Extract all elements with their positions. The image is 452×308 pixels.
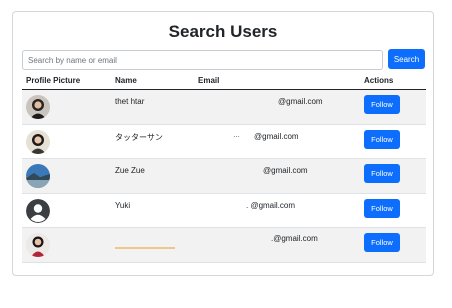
landscape-photo-avatar-icon xyxy=(26,164,50,188)
table-row: タッターサン … @gmail.com Follow xyxy=(22,125,426,159)
woman-photo-avatar-icon xyxy=(26,129,50,154)
follow-button[interactable]: Follow xyxy=(364,95,400,114)
search-button[interactable]: Search xyxy=(388,49,425,69)
header-actions: Actions xyxy=(364,76,394,85)
search-input[interactable] xyxy=(22,50,383,70)
user-name: Yuki xyxy=(115,200,131,210)
user-email: @gmail.com xyxy=(254,131,299,141)
user-name: thet htar xyxy=(115,97,145,106)
avatar xyxy=(26,164,50,188)
table-row: Zue Zue @gmail.com Follow xyxy=(22,159,426,194)
users-table: Profile Picture Name Email Actions thet … xyxy=(22,73,426,263)
user-email: @gmail.com xyxy=(278,97,323,106)
avatar xyxy=(26,95,50,119)
user-email: @gmail.com xyxy=(263,166,308,175)
table-row: thet htar @gmail.com Follow xyxy=(22,90,426,125)
search-users-card: Search Users Search Profile Picture Name… xyxy=(12,11,434,276)
header-name: Name xyxy=(115,76,137,85)
user-name: Zue Zue xyxy=(115,166,145,175)
follow-button[interactable]: Follow xyxy=(364,198,400,218)
woman-photo-avatar-icon xyxy=(26,233,50,257)
table-row: Yuki . @gmail.com Follow xyxy=(22,194,426,228)
user-name: タッターサン xyxy=(115,132,163,142)
default-person-avatar-icon xyxy=(26,198,50,223)
avatar xyxy=(26,198,50,223)
table-header: Profile Picture Name Email Actions xyxy=(22,73,426,90)
follow-button[interactable]: Follow xyxy=(364,233,400,252)
email-prefix-fragment: … xyxy=(233,131,240,139)
follow-button[interactable]: Follow xyxy=(364,164,400,183)
user-email: . @gmail.com xyxy=(246,200,296,210)
follow-button[interactable]: Follow xyxy=(364,129,400,149)
redaction-mark xyxy=(115,247,175,249)
user-email: .@gmail.com xyxy=(271,234,318,243)
avatar xyxy=(26,129,50,154)
table-row: .@gmail.com Follow xyxy=(22,228,426,263)
avatar xyxy=(26,233,50,257)
woman-photo-avatar-icon xyxy=(26,95,50,119)
page-title: Search Users xyxy=(168,22,278,41)
header-email: Email xyxy=(198,76,220,85)
header-profile-picture: Profile Picture xyxy=(26,76,81,85)
